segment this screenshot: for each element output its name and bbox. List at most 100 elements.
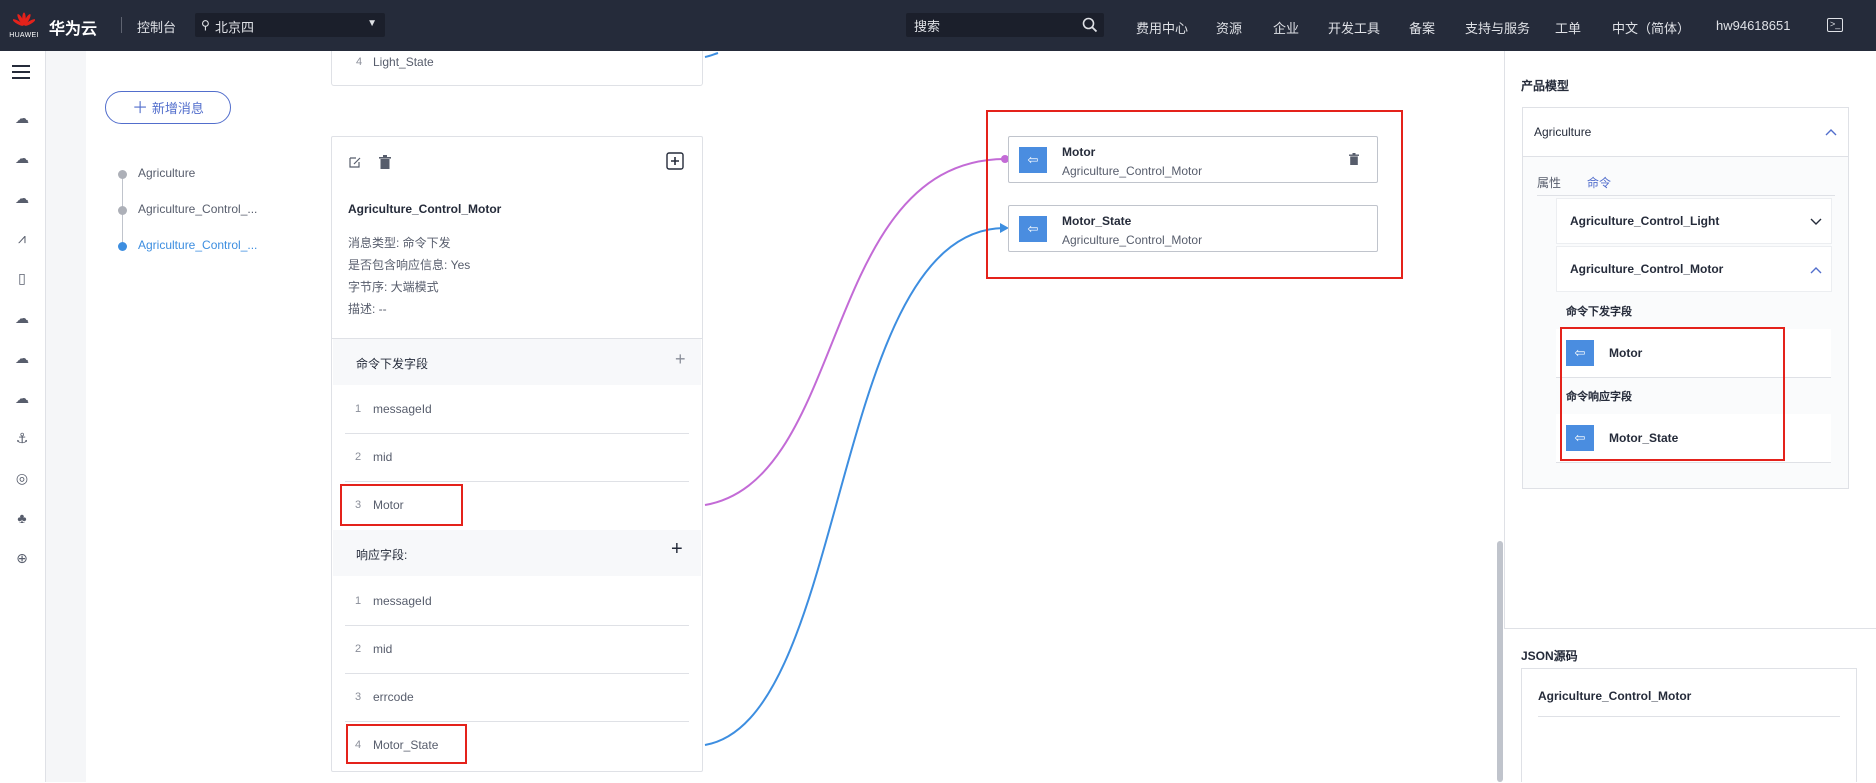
target-field-motor-state[interactable]: ⇦ Motor_State Agriculture_Control_Motor	[1008, 205, 1378, 252]
tab-underline	[1537, 195, 1835, 196]
cluster-icon[interactable]: ♣	[12, 509, 32, 527]
command-fields-header: 命令下发字段 +	[333, 339, 701, 385]
region-select[interactable]: ⚲ 北京四 ▼	[195, 13, 385, 37]
nav-dev-tools[interactable]: 开发工具	[1328, 18, 1380, 37]
cloud-storage-icon[interactable]: ☁	[12, 189, 32, 207]
target-field-motor[interactable]: ⇦ Motor Agriculture_Control_Motor	[1008, 136, 1378, 183]
target-service: Agriculture_Control_Motor	[1062, 164, 1203, 178]
target-name: Motor	[1062, 145, 1096, 159]
field-index: 3	[355, 691, 362, 703]
device-icon[interactable]: ▯	[12, 269, 32, 287]
tab-properties[interactable]: 属性	[1537, 174, 1561, 191]
tree-item-control-motor[interactable]: Agriculture_Control_...	[138, 238, 257, 252]
menu-icon[interactable]	[12, 65, 30, 79]
product-name: Agriculture	[1534, 125, 1592, 139]
region-value: 北京四	[215, 20, 255, 35]
field-row[interactable]: 2 mid	[345, 434, 689, 482]
message-card: Agriculture_Control_Motor 消息类型: 命令下发 是否包…	[331, 136, 703, 772]
add-square-icon[interactable]	[666, 152, 684, 170]
cloud-icon[interactable]: ☁	[12, 309, 32, 327]
field-row[interactable]: 2 mid	[345, 626, 689, 674]
search-icon[interactable]	[1082, 17, 1098, 33]
search-input[interactable]	[912, 16, 1076, 36]
command-name: Agriculture_Control_Light	[1570, 214, 1720, 228]
nav-tickets[interactable]: 工单	[1555, 18, 1581, 37]
nav-language[interactable]: 中文（简体）	[1612, 18, 1690, 37]
has-response: 是否包含响应信息: Yes	[348, 258, 471, 272]
divider	[121, 17, 122, 33]
service-sidebar: ☁ ☁ ☁ ⩘ ▯ ☁ ☁ ☁ ⚓ ◎ ♣ ⊕	[0, 51, 46, 782]
tree-item-control-light[interactable]: Agriculture_Control_...	[138, 202, 257, 216]
field-index: 1	[355, 403, 362, 415]
anchor-icon[interactable]: ⚓	[12, 429, 32, 447]
plus-icon: ＋	[132, 100, 149, 117]
edit-icon[interactable]	[348, 155, 362, 169]
link-in-icon: ⇦	[1019, 216, 1047, 242]
field-index: 1	[355, 595, 362, 607]
add-field-icon[interactable]: +	[675, 349, 686, 370]
field-index: 4	[356, 56, 363, 68]
previous-message-card: 4 Light_State	[331, 51, 703, 86]
cloud-server-icon[interactable]: ☁	[12, 109, 32, 127]
tree-item-agriculture[interactable]: Agriculture	[138, 166, 195, 180]
target-service: Agriculture_Control_Motor	[1062, 233, 1203, 247]
json-box: Agriculture_Control_Motor	[1521, 668, 1857, 782]
command-item-light[interactable]: Agriculture_Control_Light	[1556, 198, 1832, 244]
chevron-down-icon[interactable]	[1810, 218, 1822, 226]
product-header[interactable]: Agriculture	[1523, 108, 1848, 157]
message-title: Agriculture_Control_Motor	[348, 202, 502, 216]
tab-commands[interactable]: 命令	[1587, 174, 1611, 191]
huawei-logo[interactable]: HUAWEI	[8, 8, 40, 44]
delete-icon[interactable]	[1349, 153, 1359, 165]
add-message-button[interactable]: ＋ 新增消息	[105, 91, 231, 124]
panel-title: 产品模型	[1521, 79, 1570, 93]
delete-icon[interactable]	[379, 155, 391, 169]
field-name: Light_State	[373, 55, 434, 69]
nav-support[interactable]: 支持与服务	[1465, 18, 1530, 37]
nav-enterprise[interactable]: 企业	[1273, 18, 1299, 37]
brand-name[interactable]: 华为云	[49, 15, 97, 39]
response-fields-header: 响应字段: +	[333, 530, 701, 576]
target-name: Motor_State	[1062, 214, 1132, 228]
logo-wordmark: HUAWEI	[9, 32, 39, 39]
nav-filing[interactable]: 备案	[1409, 18, 1435, 37]
cloud-monitor-icon[interactable]: ☁	[12, 389, 32, 407]
console-link[interactable]: 控制台	[137, 17, 176, 36]
nav-account[interactable]: hw94618651	[1716, 18, 1790, 33]
nav-resources[interactable]: 资源	[1216, 18, 1242, 37]
cloud-shell-icon[interactable]: >_	[1827, 18, 1843, 32]
chevron-up-icon[interactable]	[1825, 128, 1837, 136]
link-in-icon: ⇦	[1019, 147, 1047, 173]
cloud-sync-icon[interactable]: ☁	[12, 349, 32, 367]
byte-order: 字节序: 大端模式	[348, 280, 439, 294]
globe-icon[interactable]: ⊕	[12, 549, 32, 567]
highlight-box-motor-state	[346, 724, 467, 764]
command-item-motor[interactable]: Agriculture_Control_Motor	[1556, 246, 1832, 292]
field-name: mid	[373, 642, 393, 656]
caret-down-icon: ▼	[367, 18, 377, 29]
field-name: messageId	[373, 594, 432, 608]
chevron-up-icon[interactable]	[1810, 266, 1822, 274]
field-name: messageId	[373, 402, 432, 416]
add-message-label: 新增消息	[151, 101, 204, 116]
canvas-scrollbar[interactable]	[1497, 541, 1503, 782]
document-icon[interactable]: ◎	[12, 469, 32, 487]
cloud-network-icon[interactable]: ☁	[12, 149, 32, 167]
nav-billing[interactable]: 费用中心	[1136, 18, 1188, 37]
tree-node-dot	[118, 206, 127, 215]
huawei-flower-icon	[13, 12, 35, 26]
search-box	[906, 13, 1104, 37]
highlight-box-model-fields	[1560, 327, 1785, 461]
field-name: mid	[373, 450, 393, 464]
bridge-icon[interactable]: ⩘	[12, 229, 32, 247]
field-name: errcode	[373, 690, 414, 704]
field-row[interactable]: 3 errcode	[345, 674, 689, 722]
add-response-field-icon[interactable]: +	[671, 538, 683, 561]
message-type: 消息类型: 命令下发	[348, 236, 451, 250]
field-row[interactable]: 1 messageId	[345, 386, 689, 434]
description: 描述: --	[348, 302, 387, 316]
command-fields-label: 命令下发字段	[1566, 306, 1632, 318]
json-item[interactable]: Agriculture_Control_Motor	[1538, 689, 1691, 703]
field-row[interactable]: 1 messageId	[345, 578, 689, 626]
highlight-box-motor	[340, 484, 463, 526]
